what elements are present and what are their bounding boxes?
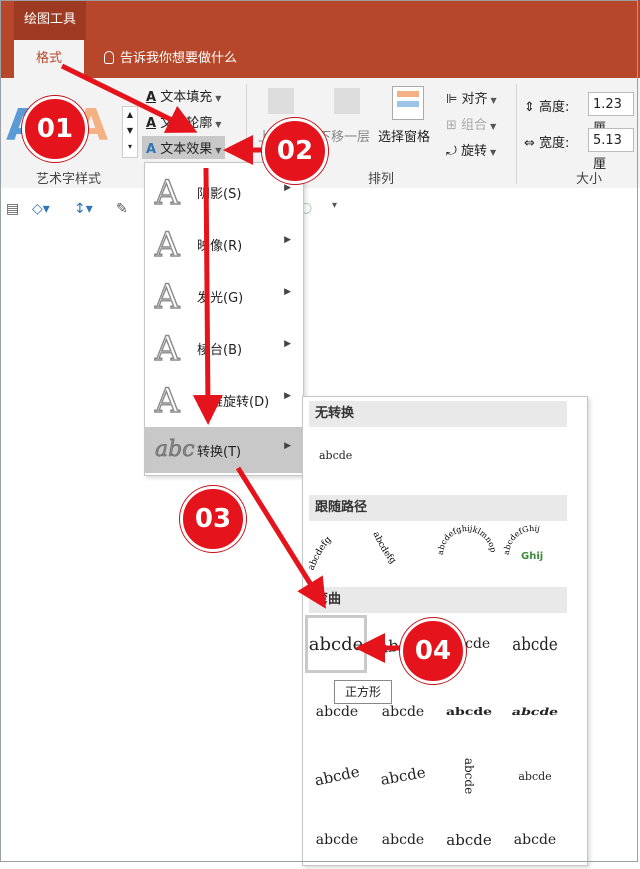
height-label-text: 高度: [539,100,570,115]
align-icon: ⊫ [446,92,458,107]
chevron-right-icon: ▶ [284,183,291,193]
text-fill-icon: A [146,90,157,105]
menu-item-glow[interactable]: A 发光(G) ▶ [145,271,303,323]
selection-pane-label[interactable]: 选择窗格 [378,126,430,145]
menu-item-label: 棱台(B) [197,343,243,358]
warp-square-option[interactable]: abcde [305,615,367,673]
text-effects-button[interactable]: A 文本效果 ▼ [142,136,226,159]
group-label: 组合 [461,118,488,133]
step-badge-4: 04 [400,618,466,684]
chevron-right-icon: ▶ [284,235,291,245]
shape-fill-icon[interactable]: ◇▾ [32,201,50,217]
menu-item-label: 三维旋转(D) [197,395,270,410]
rotate-button[interactable]: ⤾ 旋转 ▼ [446,140,496,159]
width-label: ⇔ 宽度: [524,132,569,151]
height-icon: ⇕ [524,100,535,115]
warp-chevron-option[interactable]: abcde [503,609,567,679]
drawing-tools-context-tab: 绘图工具 [14,0,86,40]
bevel-icon: A [154,328,180,369]
tell-me-box[interactable]: 告诉我你想要做什么 [104,40,237,78]
height-label: ⇕ 高度: [524,96,569,115]
path-arch-up-sample[interactable]: abcdefg [307,535,334,572]
size-group-label: 大小 [576,172,603,187]
tab-row [0,40,640,78]
tab-format[interactable]: 格式 [14,40,84,78]
text-effects-label: 文本效果 [160,142,213,157]
rotate-icon: ⤾ [446,144,457,159]
align-button[interactable]: ⊫ 对齐 ▼ [446,88,497,107]
group-divider [516,84,517,184]
warp-button-pour-option[interactable]: abcde [503,747,567,805]
step-badge-3: 03 [180,486,246,552]
title-bar [0,0,640,40]
section-no-transform: 无转换 [309,401,567,427]
warp-button-option[interactable]: abcde [437,692,501,733]
follow-path-samples: abcdefg abcdefg abcdefghijklmnop abcdefG… [307,524,543,572]
step-badge-1: 01 [22,96,88,162]
step-badge-2: 02 [262,118,328,184]
path-circle-sample[interactable]: abcdefghijklmnop [436,524,498,555]
menu-item-transform[interactable]: abc 转换(T) ▶ [145,427,303,473]
pen-icon[interactable]: ✎ [116,201,128,217]
warp-double-wave-option[interactable]: abcde [371,811,435,869]
menu-item-bevel[interactable]: A 棱台(B) ▶ [145,323,303,375]
warp-arch-down-option[interactable]: abcde [366,742,439,810]
arrange-group-label: 排列 [368,172,395,187]
wordart-group-label: 艺术字样式 [36,172,102,187]
quick-toolbar: ▤ ◇▾ ↕▾ ✎ ○ ▾ [0,188,640,235]
width-label-text: 宽度: [539,136,570,151]
glow-icon: A [154,276,180,317]
text-effects-menu: A 阴影(S) ▶ A 映像(R) ▶ A 发光(G) ▶ A 棱台(B) ▶ A 三维旋转(D)… [144,162,304,476]
transform-abc-icon: abc [155,437,195,463]
warp-wave-option[interactable]: abcde [305,811,369,869]
send-backward-icon[interactable] [334,88,360,114]
text-outline-label: 文本轮廓 [160,116,213,131]
warp-inflate-option[interactable]: abcde [437,811,501,869]
menu-item-reflection[interactable]: A 映像(R) ▶ [145,219,303,271]
section-follow-path: 跟随路径 [309,495,567,521]
lightbulb-icon [104,51,114,64]
warp-arch-up-option[interactable]: abcde [300,741,375,811]
align-label: 对齐 [461,92,488,107]
text-effects-icon: A [146,142,157,157]
more-dropdown-icon[interactable]: ▾ [332,200,337,211]
chevron-right-icon: ▶ [284,339,291,349]
group-icon: ⊞ [446,118,457,133]
text-outline-button[interactable]: A 文本轮廓 ▼ [146,112,221,131]
rotate-label: 旋转 [460,144,487,159]
wordart-gallery-scroll[interactable]: ▲ ▼ ▾ [122,106,138,158]
path-button-center-text: Ghij [521,551,543,562]
warp-arch-option[interactable]: abcde [498,692,572,733]
menu-item-label: 映像(R) [197,239,243,254]
width-input[interactable]: 5.13 厘 [588,128,634,172]
warp-deflate-option[interactable]: abcde [503,811,567,869]
menu-item-label: 阴影(S) [197,187,242,202]
menu-item-label: 发光(G) [197,291,244,306]
menu-item-3d-rotation[interactable]: A 三维旋转(D) ▶ [145,375,303,427]
chevron-right-icon: ▶ [284,441,291,451]
text-fill-label: 文本填充 [160,90,213,105]
height-input[interactable]: 1.23 厘 [588,92,634,136]
group-button[interactable]: ⊞ 组合 ▼ [446,114,496,133]
chevron-right-icon: ▶ [284,391,291,401]
warp-circle-pour-option[interactable]: abcde [440,744,498,808]
3d-rotation-icon: A [154,380,180,421]
menu-item-label: 转换(T) [197,445,242,460]
line-spacing-icon[interactable]: ↕▾ [74,201,93,217]
reflection-icon: A [154,224,180,265]
text-fill-button[interactable]: A 文本填充 ▼ [146,86,221,105]
no-transform-option[interactable]: abcde [319,449,352,462]
selection-pane-icon[interactable] [392,86,424,120]
chevron-right-icon: ▶ [284,287,291,297]
tell-me-text: 告诉我你想要做什么 [120,51,238,66]
tooltip-square: 正方形 [334,680,392,704]
grid-icon[interactable]: ▤ [6,201,19,217]
width-icon: ⇔ [524,136,535,151]
path-arch-down-sample[interactable]: abcdefg [370,530,397,566]
shadow-icon: A [154,172,180,213]
bring-forward-icon[interactable] [268,88,294,114]
text-outline-icon: A [146,116,157,131]
